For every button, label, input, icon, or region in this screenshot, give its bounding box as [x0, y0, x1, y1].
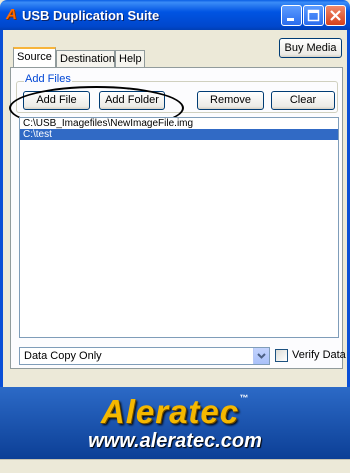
clear-button[interactable]: Clear [271, 91, 335, 110]
status-footer [0, 459, 350, 473]
tab-source[interactable]: Source [13, 47, 56, 67]
title-bar[interactable]: A USB Duplication Suite [0, 0, 350, 30]
app-logo-icon: A [6, 6, 17, 23]
add-files-group-label: Add Files [24, 73, 72, 85]
minimize-button[interactable] [281, 5, 302, 26]
tab-destination[interactable]: Destination [56, 50, 115, 67]
minimize-icon [287, 18, 294, 21]
tab-help[interactable]: Help [115, 50, 145, 67]
add-folder-button[interactable]: Add Folder [99, 91, 165, 110]
copy-mode-select[interactable]: Data Copy Only [19, 347, 270, 365]
list-item[interactable]: C:\USB_Imagefiles\NewImageFile.img [20, 118, 338, 129]
maximize-icon [307, 9, 320, 22]
add-file-button[interactable]: Add File [23, 91, 90, 110]
chevron-down-icon [257, 353, 266, 359]
close-button[interactable] [325, 5, 346, 26]
verify-data-label: Verify Data [292, 349, 346, 361]
close-icon [330, 10, 341, 21]
window-title: USB Duplication Suite [22, 8, 160, 23]
dropdown-arrow-button[interactable] [253, 348, 269, 364]
brand-name-text: Aleratec [100, 393, 240, 430]
verify-data-checkbox[interactable] [275, 349, 288, 362]
file-listbox[interactable]: C:\USB_Imagefiles\NewImageFile.img C:\te… [19, 117, 339, 338]
buy-media-button[interactable]: Buy Media [279, 38, 342, 58]
remove-button[interactable]: Remove [197, 91, 264, 110]
brand-url[interactable]: www.aleratec.com [0, 430, 350, 453]
maximize-button[interactable] [303, 5, 324, 26]
list-item-selected[interactable]: C:\test [20, 129, 338, 140]
trademark-mark: ™ [239, 393, 250, 403]
copy-mode-value: Data Copy Only [24, 350, 102, 362]
brand-logo[interactable]: Aleratec™ [0, 393, 350, 431]
